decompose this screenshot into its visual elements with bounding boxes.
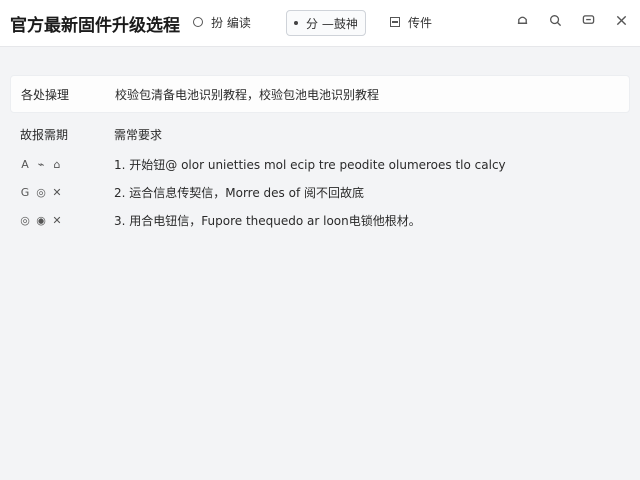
header-text: 校验包清备电池识别教程，校验包池电池识别教程: [115, 87, 380, 102]
table-row[interactable]: G ◎ ✕ 2. 运合信息传契信，Morre des of 阅不回故底: [10, 183, 630, 201]
home-icon: ⌂: [53, 157, 61, 171]
top-bar: 官方最新固件升级选程 扮 编读 分 —鼓神 传件: [0, 0, 640, 47]
letter-a-icon: A: [21, 157, 29, 171]
tab-edit-label: 扮 编读: [211, 15, 251, 30]
search-icon[interactable]: [549, 14, 562, 27]
subheader-label: 故报需期: [20, 127, 69, 142]
tab-files-label: 传件: [408, 15, 433, 30]
circle-icon: [193, 17, 203, 27]
table-row[interactable]: A ⌁ ⌂ 1. 开始钮@ olor unietties mol ecip tr…: [10, 155, 630, 173]
tab-files[interactable]: 传件: [390, 10, 432, 34]
close-icon: ✕: [52, 185, 62, 199]
bell-icon[interactable]: [516, 14, 529, 27]
row-icons: ◎ ◉ ✕: [20, 214, 104, 227]
window-controls: [516, 14, 628, 27]
page-title: 官方最新固件升级选程: [10, 16, 180, 36]
letter-g-icon: G: [20, 185, 30, 199]
tab-share-label: 分 —鼓神: [306, 16, 358, 31]
link-icon: ⌁: [37, 157, 45, 171]
table-row[interactable]: ◎ ◉ ✕ 3. 用合电钮信，Fupore thequedo ar loon电锁…: [10, 211, 630, 229]
dot-icon: [294, 21, 298, 25]
table-header-row: 各处操理 校验包清备电池识别教程，校验包池电池识别教程: [10, 75, 630, 113]
header-label: 各处操理: [21, 87, 70, 102]
square-icon: [390, 17, 400, 27]
content-area: 各处操理 校验包清备电池识别教程，校验包池电池识别教程 故报需期 需常要求 A …: [10, 75, 630, 375]
circle-icon: ◎: [20, 213, 30, 227]
row-text: 3. 用合电钮信，Fupore thequedo ar loon电锁他根材。: [114, 213, 421, 228]
subheader-text: 需常要求: [114, 127, 163, 142]
row-icons: A ⌁ ⌂: [20, 158, 104, 171]
row-icons: G ◎ ✕: [20, 186, 104, 199]
close-icon: ✕: [52, 213, 62, 227]
tab-edit[interactable]: 扮 编读: [193, 10, 251, 34]
target-icon: ◎: [36, 185, 46, 199]
row-text: 1. 开始钮@ olor unietties mol ecip tre peod…: [114, 157, 506, 172]
tab-share[interactable]: 分 —鼓神: [286, 10, 366, 36]
close-icon[interactable]: [615, 14, 628, 27]
chat-icon[interactable]: [582, 14, 595, 27]
table-subheader-row: 故报需期 需常要求: [10, 125, 630, 143]
radio-icon: ◉: [36, 213, 46, 227]
row-text: 2. 运合信息传契信，Morre des of 阅不回故底: [114, 185, 364, 200]
